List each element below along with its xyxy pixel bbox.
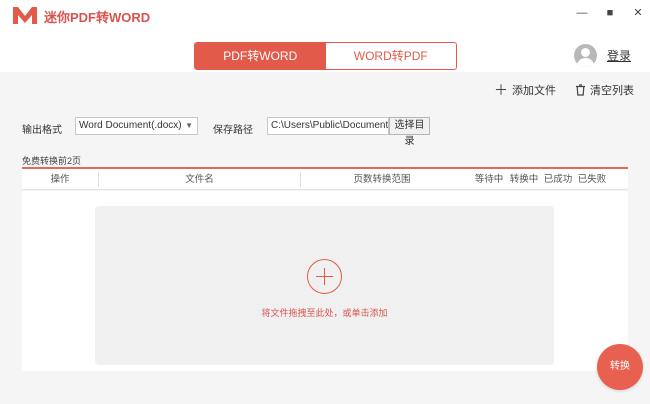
- save-path-input[interactable]: C:\Users\Public\Documents: [267, 117, 389, 135]
- output-format-label: 输出格式: [22, 125, 62, 136]
- user-avatar-icon[interactable]: [574, 44, 597, 67]
- column-header-succeeded: 已成功: [543, 174, 573, 185]
- save-path-label: 保存路径: [213, 125, 253, 136]
- column-header-converting: 转换中: [509, 174, 539, 185]
- file-table-header: 操作 文件名 页数转换范围 等待中 转换中 已成功 已失败: [22, 169, 628, 190]
- clear-list-button[interactable]: 清空列表: [575, 82, 634, 98]
- login-area[interactable]: 登录: [574, 44, 631, 67]
- drop-zone-text: 将文件拖拽至此处，或单击添加: [261, 308, 388, 318]
- app-logo-icon: [13, 7, 37, 24]
- mode-tabs: PDF转WORD WORD转PDF: [194, 42, 457, 70]
- login-link[interactable]: 登录: [607, 47, 631, 64]
- trash-icon: [575, 83, 586, 97]
- add-file-label: 添加文件: [512, 85, 556, 97]
- choose-directory-button[interactable]: 选择目录: [389, 117, 430, 147]
- plus-icon: ＋: [494, 82, 508, 98]
- output-format-value: Word Document(.docx): [79, 120, 182, 131]
- minimize-button[interactable]: —: [572, 4, 592, 22]
- free-conversion-note: 免费转换前2页: [22, 156, 82, 166]
- column-header-action: 操作: [50, 174, 70, 185]
- output-format-select[interactable]: Word Document(.docx) ▼: [75, 117, 198, 135]
- close-button[interactable]: ✕: [628, 4, 648, 22]
- column-header-filename: 文件名: [185, 174, 214, 185]
- add-file-button[interactable]: ＋ 添加文件: [494, 82, 556, 98]
- add-circle-icon[interactable]: [307, 259, 342, 294]
- tab-word-to-pdf[interactable]: WORD转PDF: [325, 43, 456, 69]
- tab-pdf-to-word[interactable]: PDF转WORD: [195, 43, 326, 69]
- file-drop-zone[interactable]: 将文件拖拽至此处，或单击添加: [95, 206, 554, 365]
- column-header-page-range: 页数转换范围: [353, 174, 411, 185]
- app-title: 迷你PDF转WORD: [44, 10, 151, 25]
- column-header-waiting: 等待中: [474, 174, 504, 185]
- column-header-failed: 已失败: [577, 174, 607, 185]
- clear-list-label: 清空列表: [590, 85, 634, 97]
- maximize-button[interactable]: ■: [600, 4, 620, 22]
- chevron-down-icon: ▼: [185, 121, 193, 130]
- title-bar: 迷你PDF转WORD — ■ ✕: [0, 0, 650, 30]
- convert-button[interactable]: 转换: [597, 344, 643, 390]
